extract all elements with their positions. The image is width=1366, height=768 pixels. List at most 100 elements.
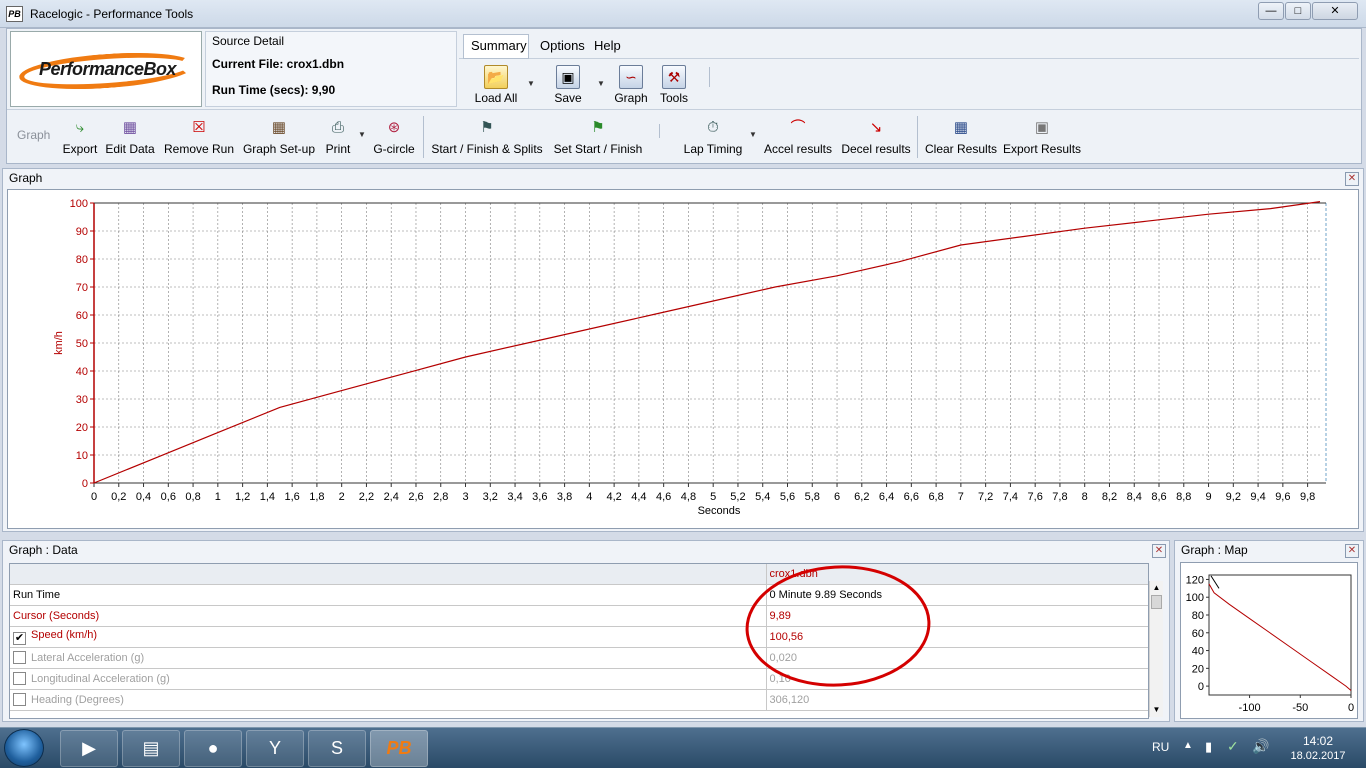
lap-timing-button[interactable]: ⏱ Lap Timing [681, 110, 745, 162]
map-chart[interactable]: 0 20 40 60 80 100 120 -100 -50 0 [1181, 563, 1357, 718]
lap-timing-dropdown-icon[interactable]: ▼ [749, 130, 757, 139]
logo: PerformanceBox [10, 31, 202, 107]
taskbar: ▶ ▤ ● Y S PB RU ▲ ▮ ✓ 🔊 14:02 18.02.2017 [0, 727, 1366, 768]
clock-date[interactable]: 18.02.2017 [1284, 750, 1352, 762]
speed-chart-area[interactable]: 0 0,2 0,4 0,6 0,8 1 1,2 1,4 1,6 1,8 2 2,2 2,4 2,6 2,8 3… [7, 189, 1359, 529]
x-tick-label: 9 [1205, 491, 1211, 503]
x-tick-label: 9,4 [1250, 491, 1265, 503]
graph-setup-button[interactable]: ▦ Graph Set-up [242, 110, 316, 162]
speed-chart[interactable]: 0 0,2 0,4 0,6 0,8 1 1,2 1,4 1,6 1,8 2 2,2 2,4 2,6 2,8 3… [8, 190, 1358, 528]
x-tick-label: 3,6 [532, 491, 547, 503]
start-button[interactable] [4, 729, 44, 767]
map-panel-close-icon[interactable]: ✕ [1345, 544, 1359, 558]
y-tick-label: 90 [76, 226, 88, 238]
accel-curve-icon: ⌒ [790, 119, 806, 136]
chrome-icon[interactable]: ● [184, 730, 242, 767]
x-tick-label: 3,8 [557, 491, 572, 503]
load-all-button[interactable]: 📂 Load All [465, 61, 527, 109]
menu-help[interactable]: Help [594, 38, 621, 53]
checkbox[interactable] [13, 672, 26, 685]
clock-time[interactable]: 14:02 [1288, 734, 1348, 748]
edit-data-button[interactable]: ▦ Edit Data [104, 110, 156, 162]
data-panel-close-icon[interactable]: ✕ [1152, 544, 1166, 558]
volume-icon[interactable]: 🔊 [1252, 738, 1269, 755]
checkbox-checked[interactable]: ✔ [13, 631, 26, 645]
x-tick-label: 7,6 [1028, 491, 1043, 503]
row-label: Run Time [13, 588, 61, 601]
g-circle-button[interactable]: ⊛ G-circle [372, 110, 416, 162]
checkbox[interactable] [13, 651, 26, 664]
annotation-ellipse [745, 565, 931, 687]
print-button[interactable]: ⎙ Print [323, 110, 353, 162]
table-row[interactable]: Run Time 0 Minute 9.89 Seconds [10, 584, 1148, 606]
close-button[interactable]: ✕ [1312, 2, 1358, 20]
language-indicator[interactable]: RU [1152, 740, 1169, 754]
row-label-cell: ✔ Speed (km/h) [10, 626, 767, 648]
load-all-dropdown-icon[interactable]: ▼ [527, 79, 535, 88]
table-row[interactable]: Cursor (Seconds) 9,89 [10, 605, 1148, 627]
map-x-tick-label: -50 [1292, 702, 1308, 714]
x-tick-label: 4,4 [631, 491, 646, 503]
export-button[interactable]: ⤷ Export [59, 110, 101, 162]
performancebox-icon[interactable]: PB [370, 730, 428, 767]
x-tick-label: 3,2 [483, 491, 498, 503]
x-tick-label: 7 [958, 491, 964, 503]
header-label-cell [10, 564, 767, 585]
decel-results-button[interactable]: ↘ Decel results [841, 110, 911, 162]
x-tick-label: 0,6 [161, 491, 176, 503]
scroll-up-icon[interactable]: ▲ [1150, 581, 1163, 595]
maximize-button[interactable]: □ [1285, 2, 1311, 20]
save-dropdown-icon[interactable]: ▼ [597, 79, 605, 88]
table-row[interactable]: Heading (Degrees) 306,120 [10, 689, 1148, 711]
x-tick-label: 5,2 [730, 491, 745, 503]
y-tick-label: 0 [82, 478, 88, 490]
export-results-button[interactable]: ▣ Export Results [1003, 110, 1081, 162]
accel-results-button[interactable]: ⌒ Accel results [763, 110, 833, 162]
save-button[interactable]: ▣ Save [543, 61, 593, 109]
separator [709, 67, 710, 87]
minimize-button[interactable]: — [1258, 2, 1284, 20]
print-dropdown-icon[interactable]: ▼ [358, 130, 366, 139]
network-icon[interactable]: ✓ [1227, 738, 1239, 755]
y-axis-label: km/h [53, 331, 65, 355]
explorer-icon[interactable]: ▤ [122, 730, 180, 767]
graph-map-panel: Graph : Map ✕ 0 20 40 60 80 100 120 -100 -50 0 [1174, 540, 1364, 722]
clear-results-button[interactable]: ▦ Clear Results [925, 110, 997, 162]
checkbox[interactable] [13, 693, 26, 706]
media-player-icon[interactable]: ▶ [60, 730, 118, 767]
x-tick-label: 4,2 [606, 491, 621, 503]
map-panel-title: Graph : Map [1181, 543, 1248, 557]
x-tick-label: 9,8 [1300, 491, 1315, 503]
yandex-icon[interactable]: Y [246, 730, 304, 767]
x-tick-label: 2 [339, 491, 345, 503]
table-row[interactable]: Lateral Acceleration (g) 0,020 [10, 647, 1148, 669]
graph-panel-close-icon[interactable]: ✕ [1345, 172, 1359, 186]
remove-run-button[interactable]: ☒ Remove Run [163, 110, 235, 162]
tab-summary[interactable]: Summary [471, 38, 527, 53]
x-tick-label: 6,4 [879, 491, 894, 503]
tools-button[interactable]: ⚒ Tools [649, 61, 699, 109]
x-tick-label: 5 [710, 491, 716, 503]
table-row[interactable]: Longitudinal Acceleration (g) 0,10 [10, 668, 1148, 690]
set-start-finish-button[interactable]: ⚑ Set Start / Finish [553, 110, 643, 162]
table-row[interactable]: ✔ Speed (km/h) 100,56 [10, 626, 1148, 648]
x-tick-label: 9,2 [1226, 491, 1241, 503]
y-tick-label: 80 [76, 254, 88, 266]
map-start-marker [1210, 575, 1220, 589]
app-icon: PB [6, 6, 23, 22]
data-scrollbar[interactable]: ▲ ▼ [1149, 581, 1163, 717]
scroll-thumb[interactable] [1151, 595, 1162, 609]
map-chart-area[interactable]: 0 20 40 60 80 100 120 -100 -50 0 [1180, 562, 1358, 719]
x-tick-label: 8,6 [1151, 491, 1166, 503]
battery-icon[interactable]: ▮ [1205, 739, 1212, 755]
scroll-down-icon[interactable]: ▼ [1150, 703, 1163, 717]
start-finish-splits-button[interactable]: ⚑ Start / Finish & Splits [431, 110, 543, 162]
row-label-cell: Run Time [10, 584, 767, 606]
show-hidden-icons-icon[interactable]: ▲ [1183, 740, 1193, 751]
skype-icon[interactable]: S [308, 730, 366, 767]
menu-options[interactable]: Options [540, 38, 585, 53]
stopwatch-icon: ⏱ [707, 119, 719, 136]
y-tick-label: 40 [76, 366, 88, 378]
x-tick-label: 0 [91, 491, 97, 503]
data-rows: Run Time 0 Minute 9.89 Seconds Cursor (Sec… [10, 584, 1148, 711]
